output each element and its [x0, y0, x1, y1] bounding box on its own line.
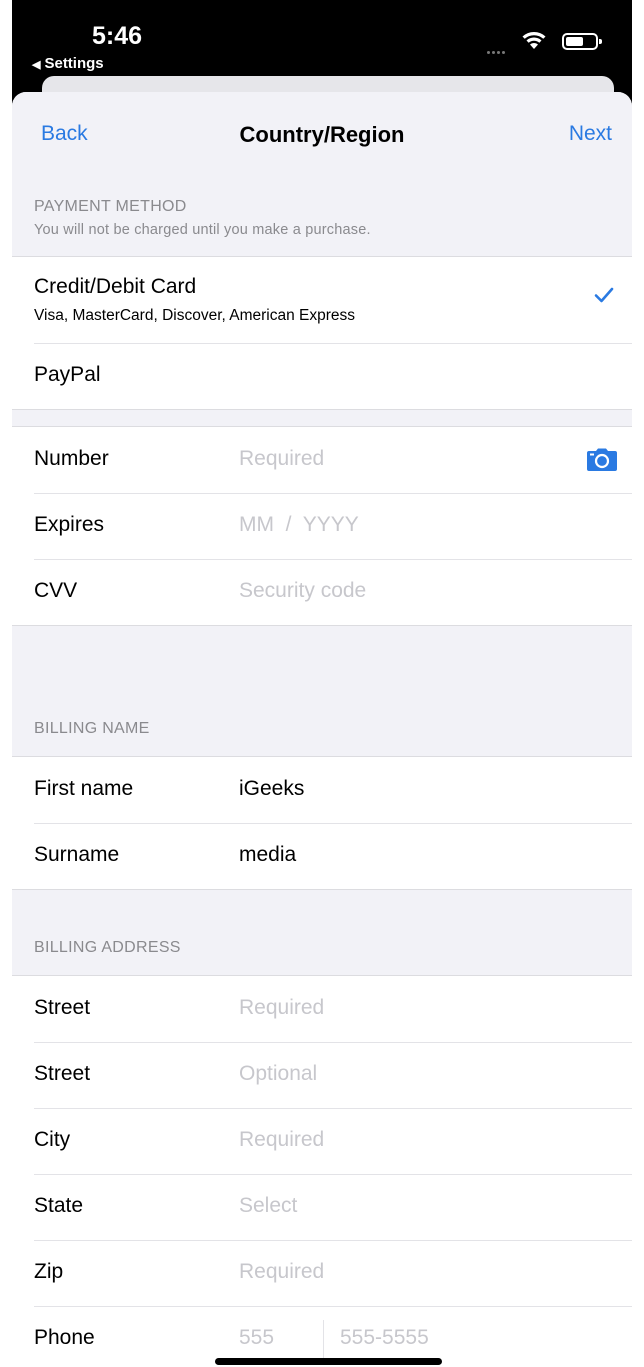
zip-row[interactable]: Zip Required: [12, 1240, 632, 1306]
first-name-row[interactable]: First name iGeeks: [12, 757, 632, 823]
street-input[interactable]: Required: [239, 996, 324, 1020]
card-details-group: Number Required Expires MM / YYYY CVV Se…: [12, 426, 632, 626]
zip-input[interactable]: Required: [239, 1260, 324, 1284]
payment-method-title: PAYMENT METHOD: [34, 198, 187, 215]
city-row[interactable]: City Required: [12, 1108, 632, 1174]
expires-input[interactable]: MM / YYYY: [239, 513, 359, 537]
billing-name-group: First name iGeeks Surname media: [12, 756, 632, 890]
billing-name-header: BILLING NAME: [12, 626, 632, 756]
billing-address-group: Street Required Street Optional City Req…: [12, 975, 632, 1367]
cvv-input[interactable]: Security code: [239, 579, 366, 603]
street-2-row[interactable]: Street Optional: [12, 1042, 632, 1108]
cvv-row[interactable]: CVV Security code: [12, 559, 632, 625]
back-to-app-link[interactable]: ◀ Settings: [32, 55, 104, 72]
back-to-app-label: Settings: [44, 55, 104, 72]
expires-row[interactable]: Expires MM / YYYY: [12, 493, 632, 559]
payment-method-header: PAYMENT METHOD You will not be charged u…: [12, 178, 632, 256]
card-number-label: Number: [34, 447, 109, 470]
city-label: City: [34, 1128, 71, 1151]
expires-label: Expires: [34, 513, 105, 536]
checkmark-icon: [594, 287, 614, 303]
billing-address-title: BILLING ADDRESS: [34, 939, 181, 956]
street-2-label: Street: [34, 1062, 91, 1085]
zip-label: Zip: [34, 1260, 64, 1283]
street-2-input[interactable]: Optional: [239, 1062, 317, 1086]
surname-input[interactable]: media: [239, 843, 296, 867]
wifi-icon: [522, 32, 546, 49]
billing-name-title: BILLING NAME: [34, 720, 150, 737]
billing-address-header: BILLING ADDRESS: [12, 890, 632, 975]
navigation-bar: Back Country/Region Next: [12, 92, 632, 178]
first-name-label: First name: [34, 777, 134, 800]
payment-method-subtitle: You will not be charged until you make a…: [34, 222, 371, 238]
phone-area-input[interactable]: 555: [239, 1326, 274, 1350]
state-label: State: [34, 1194, 84, 1217]
surname-row[interactable]: Surname media: [12, 823, 632, 889]
back-triangle-icon: ◀: [32, 59, 41, 71]
phone-divider: [323, 1320, 324, 1360]
paypal-option[interactable]: PayPal: [12, 343, 632, 409]
card-number-row[interactable]: Number Required: [12, 427, 632, 493]
credit-card-detail: Visa, MasterCard, Discover, American Exp…: [34, 307, 356, 324]
page-title: Country/Region: [239, 122, 405, 147]
card-number-input[interactable]: Required: [239, 447, 324, 471]
status-time: 5:46: [92, 22, 143, 50]
credit-card-option[interactable]: Credit/Debit Card Visa, MasterCard, Disc…: [12, 257, 632, 343]
city-input[interactable]: Required: [239, 1128, 324, 1152]
state-row[interactable]: State Select: [12, 1174, 632, 1240]
cellular-signal-icon: [487, 41, 509, 54]
paypal-label: PayPal: [34, 363, 101, 386]
street-label: Street: [34, 996, 91, 1019]
next-button[interactable]: Next: [569, 122, 612, 146]
phone-label: Phone: [34, 1326, 95, 1349]
battery-icon: [562, 33, 602, 50]
phone-number-input[interactable]: 555-5555: [340, 1326, 429, 1350]
payment-method-options: Credit/Debit Card Visa, MasterCard, Disc…: [12, 256, 632, 410]
cvv-label: CVV: [34, 579, 78, 602]
payment-sheet: Back Country/Region Next PAYMENT METHOD …: [12, 92, 632, 1367]
surname-label: Surname: [34, 843, 120, 866]
street-row[interactable]: Street Required: [12, 976, 632, 1042]
first-name-input[interactable]: iGeeks: [239, 777, 304, 801]
home-indicator[interactable]: [215, 1358, 442, 1365]
credit-card-label: Credit/Debit Card: [34, 275, 197, 298]
state-select[interactable]: Select: [239, 1194, 297, 1218]
camera-icon[interactable]: [586, 448, 618, 472]
